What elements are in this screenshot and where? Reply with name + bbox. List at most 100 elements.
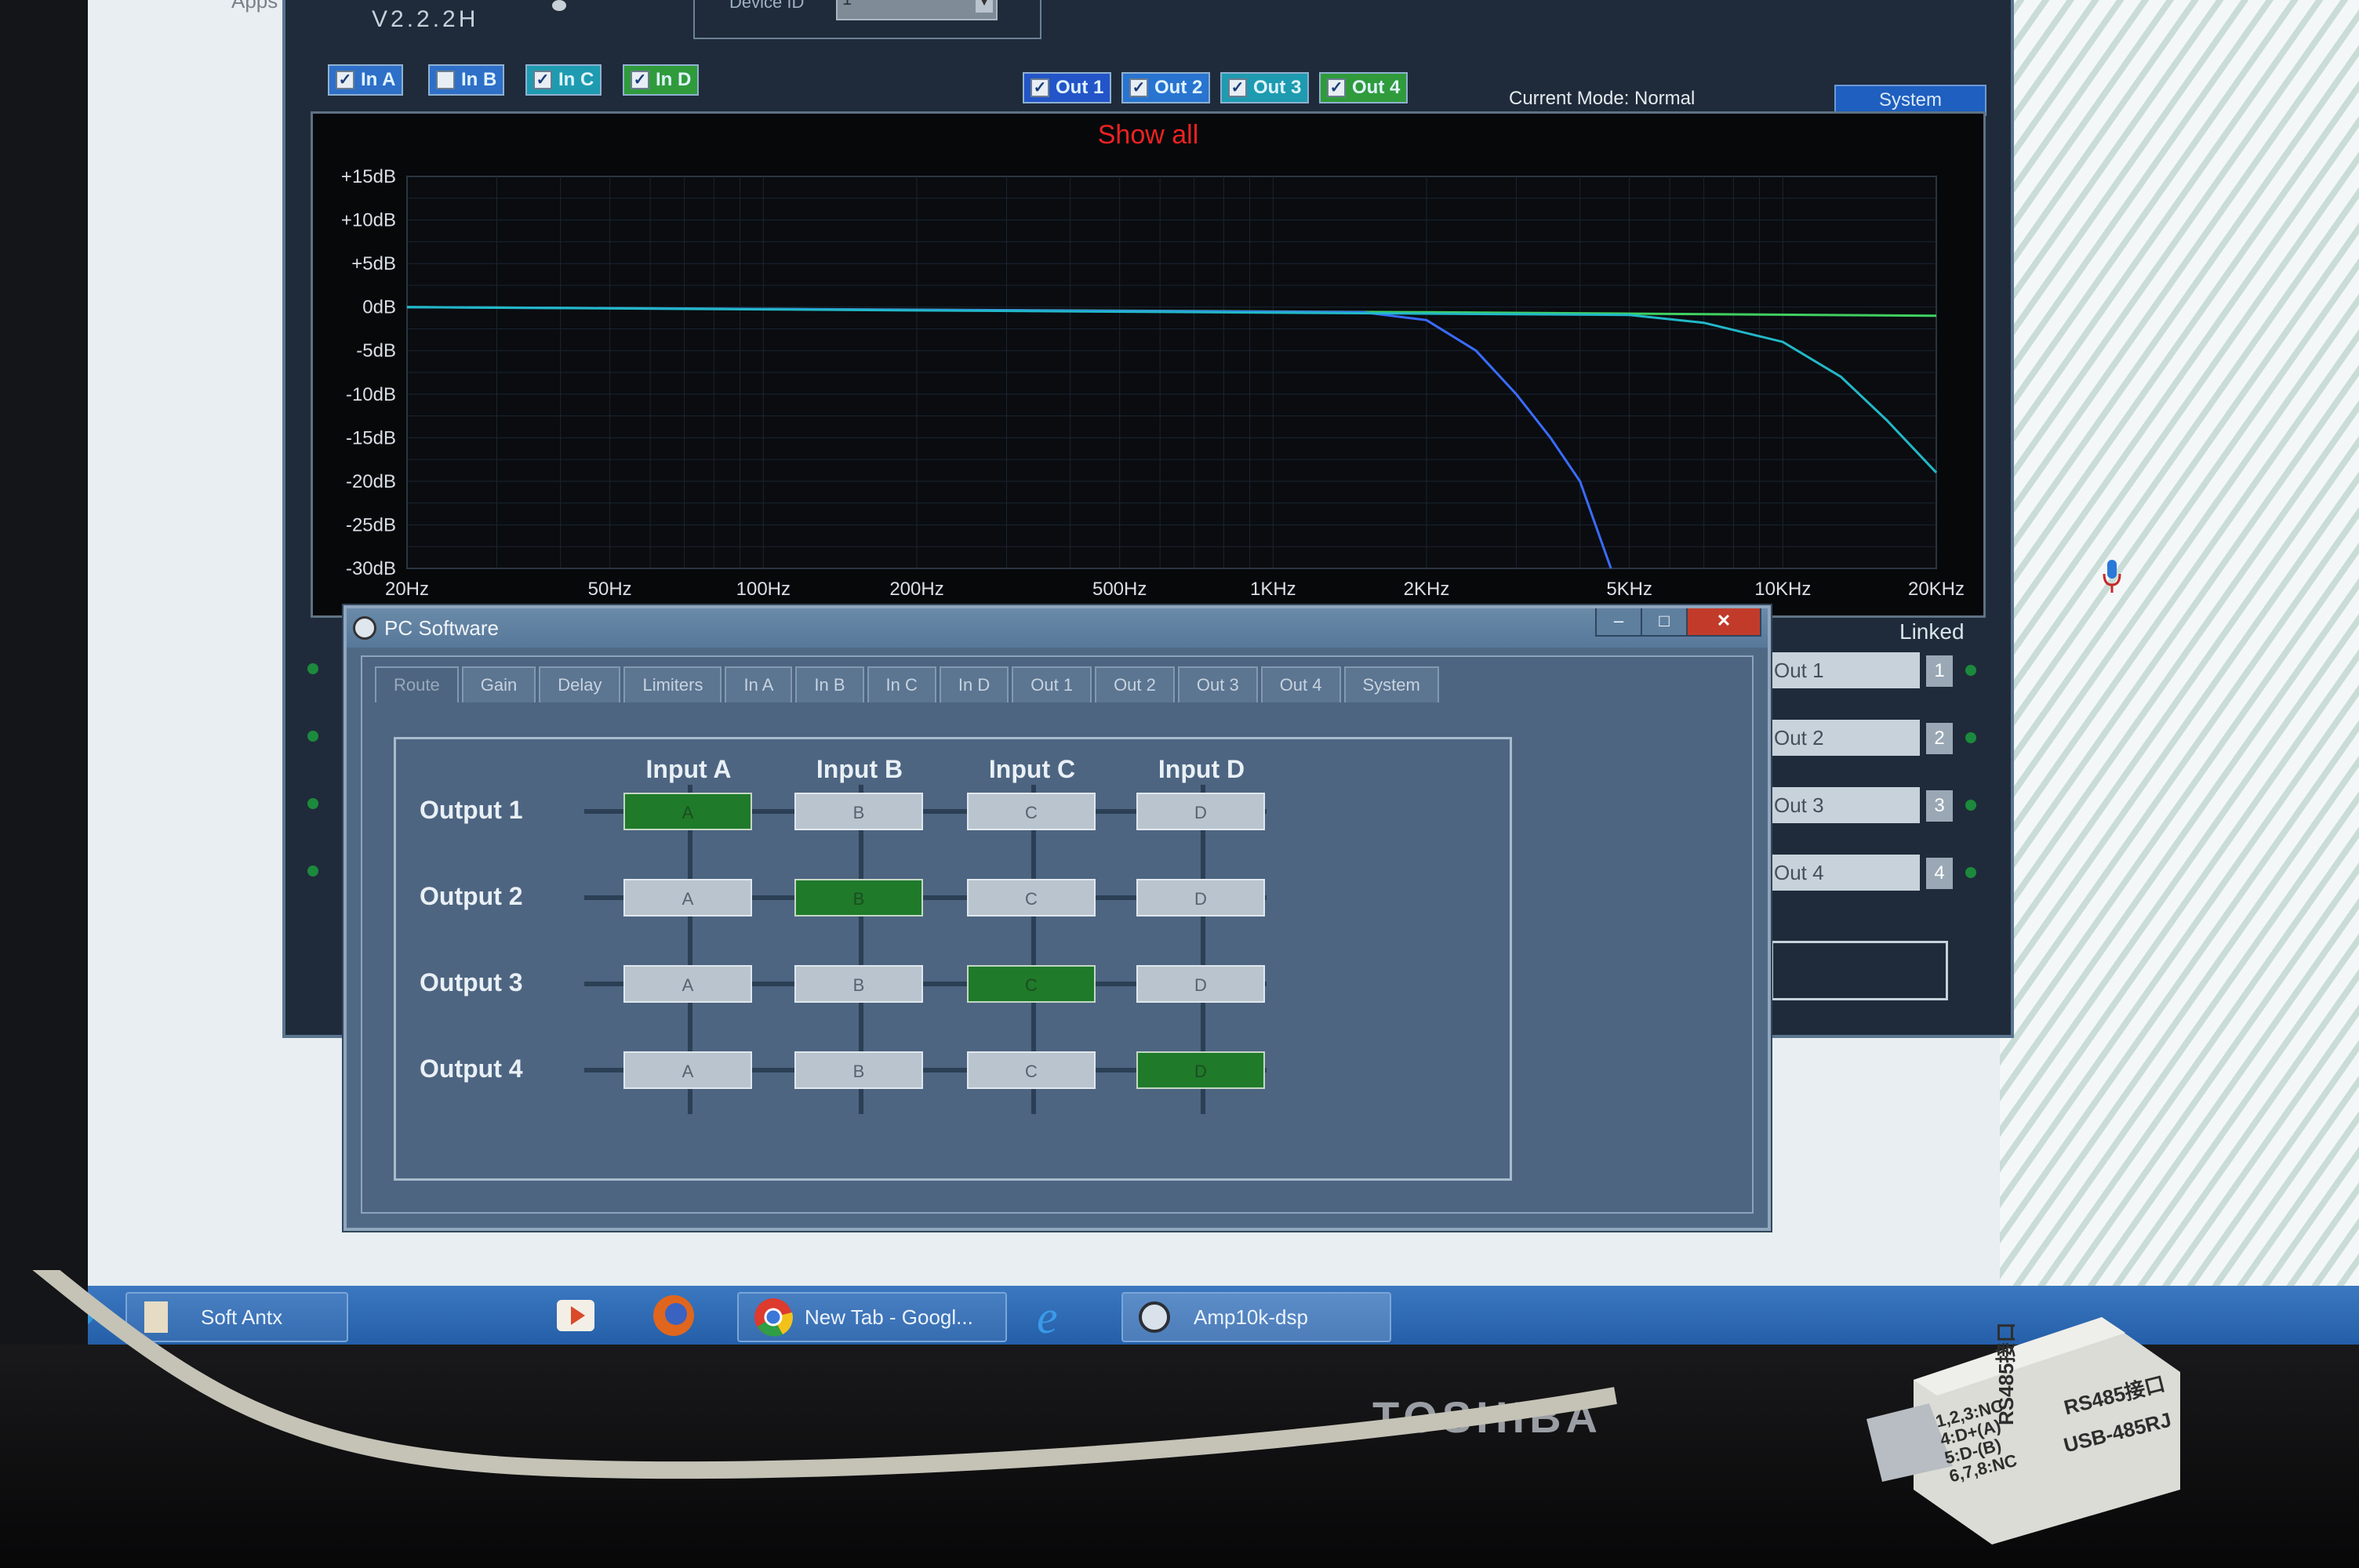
tab-system[interactable]: System	[1343, 666, 1439, 702]
checkbox-out-1[interactable]: ✓ Out 1	[1023, 72, 1112, 103]
route-cell-output3-input-b[interactable]: B	[794, 965, 923, 1003]
taskbar-item-internet-explorer[interactable]: e	[1020, 1292, 1098, 1339]
route-cell-output4-input-a[interactable]: A	[623, 1051, 752, 1089]
route-cell-output2-input-c[interactable]: C	[967, 879, 1096, 916]
taskbar-item-chrome[interactable]: New Tab - Googl...	[737, 1292, 1007, 1342]
svg-text:e: e	[1037, 1292, 1058, 1339]
linked-number-button[interactable]: 4	[1926, 858, 1953, 889]
tab-bar: Route Gain Delay Limiters In A In B In C In D Ou…	[375, 666, 1439, 702]
status-led	[1965, 732, 1976, 743]
close-button[interactable]: ✕	[1686, 608, 1761, 637]
x-tick-label: 200Hz	[889, 579, 943, 600]
tab-in-c[interactable]: In C	[867, 666, 936, 702]
tab-in-a[interactable]: In A	[725, 666, 793, 702]
route-cell-output4-input-d[interactable]: D	[1136, 1051, 1265, 1089]
checkbox-mark[interactable]	[436, 71, 455, 89]
tab-out-1[interactable]: Out 1	[1012, 666, 1092, 702]
linked-empty-field[interactable]	[1771, 941, 1948, 1000]
chevron-down-icon[interactable]: ▼	[976, 0, 993, 13]
checkbox-out-4[interactable]: ✓ Out 4	[1319, 72, 1408, 103]
row-header: Output 1	[420, 796, 523, 824]
checkbox-out-3[interactable]: ✓ Out 3	[1220, 72, 1310, 103]
show-all-link[interactable]: Show all	[313, 120, 1983, 151]
checkbox-in-a[interactable]: ✓ In A	[328, 64, 404, 96]
maximize-button[interactable]: □	[1641, 608, 1688, 637]
x-tick-label: 1KHz	[1250, 579, 1296, 600]
checkbox-in-b[interactable]: In B	[428, 64, 505, 96]
tab-limiters[interactable]: Limiters	[623, 666, 722, 702]
checkbox-label: Out 4	[1352, 77, 1401, 98]
route-cell-output1-input-a[interactable]: A	[623, 793, 752, 830]
linked-number-button[interactable]: 3	[1926, 790, 1953, 822]
route-cell-output3-input-a[interactable]: A	[623, 965, 752, 1003]
tab-in-b[interactable]: In B	[795, 666, 864, 702]
checkbox-mark[interactable]: ✓	[336, 71, 354, 89]
linked-output-field[interactable]: Out 1	[1771, 652, 1920, 688]
tab-out-3[interactable]: Out 3	[1177, 666, 1258, 702]
route-cell-output1-input-c[interactable]: C	[967, 793, 1096, 830]
checkbox-mark[interactable]: ✓	[533, 71, 552, 89]
y-tick-label: +10dB	[341, 210, 396, 231]
taskbar-item-soft-antx[interactable]: Soft Antx	[125, 1292, 348, 1342]
taskbar-item-label: Amp10k-dsp	[1194, 1305, 1308, 1329]
checkbox-in-c[interactable]: ✓ In C	[525, 64, 602, 96]
taskbar-item-label: New Tab - Googl...	[805, 1305, 973, 1329]
status-led	[307, 731, 318, 742]
y-tick-label: -10dB	[346, 384, 396, 405]
linked-number-button[interactable]: 2	[1926, 723, 1953, 754]
x-tick-label: 5KHz	[1606, 579, 1652, 600]
apps-shortcut[interactable]: Apps	[231, 0, 278, 13]
route-cell-output4-input-b[interactable]: B	[794, 1051, 923, 1089]
x-tick-label: 20KHz	[1908, 579, 1965, 600]
checkbox-mark[interactable]: ✓	[1228, 78, 1247, 97]
taskbar-item-amp10k-dsp[interactable]: Amp10k-dsp	[1121, 1292, 1391, 1342]
route-cell-output2-input-d[interactable]: D	[1136, 879, 1265, 916]
dialog-titlebar[interactable]: PC Software – □ ✕	[347, 608, 1768, 648]
y-tick-label: -30dB	[346, 558, 396, 579]
status-led	[307, 866, 318, 877]
status-led	[1965, 867, 1976, 878]
route-cell-output3-input-c[interactable]: C	[967, 965, 1096, 1003]
route-cell-output3-input-d[interactable]: D	[1136, 965, 1265, 1003]
linked-label: Linked	[1899, 619, 1965, 644]
checkbox-mark[interactable]: ✓	[1030, 78, 1049, 97]
checkbox-label: In A	[361, 69, 396, 90]
checkbox-mark[interactable]: ✓	[631, 71, 649, 89]
taskbar: Soft Antx New Tab - Googl... e Amp10k-ds…	[63, 1286, 2359, 1345]
x-tick-label: 20Hz	[385, 579, 429, 600]
current-mode-label: Current Mode:	[1509, 88, 1630, 109]
linked-number-button[interactable]: 1	[1926, 655, 1953, 687]
taskbar-item-firefox[interactable]	[635, 1292, 714, 1339]
frequency-response-graph: +15dB +10dB +5dB 0dB -5dB -10dB -15dB -20dB -25d…	[311, 111, 1986, 618]
route-cell-output1-input-b[interactable]: B	[794, 793, 923, 830]
route-cell-output2-input-b[interactable]: B	[794, 879, 923, 916]
status-led	[1965, 800, 1976, 811]
x-tick-label: 100Hz	[736, 579, 791, 600]
tab-route[interactable]: Route	[375, 666, 459, 702]
dialog-title: PC Software	[384, 616, 499, 640]
checkbox-mark[interactable]: ✓	[1327, 78, 1346, 97]
x-tick-label: 500Hz	[1092, 579, 1147, 600]
taskbar-item-media-player[interactable]	[541, 1292, 612, 1339]
tab-out-4[interactable]: Out 4	[1260, 666, 1341, 702]
route-cell-output4-input-c[interactable]: C	[967, 1051, 1096, 1089]
linked-output-field[interactable]: Out 4	[1771, 855, 1920, 891]
route-cell-output1-input-d[interactable]: D	[1136, 793, 1265, 830]
checkbox-out-2[interactable]: ✓ Out 2	[1121, 72, 1211, 103]
tab-delay[interactable]: Delay	[539, 666, 621, 702]
checkbox-mark[interactable]: ✓	[1129, 78, 1148, 97]
tab-out-2[interactable]: Out 2	[1095, 666, 1175, 702]
device-id-select[interactable]: 1 ▼	[836, 0, 998, 20]
route-cell-output2-input-a[interactable]: A	[623, 879, 752, 916]
tab-in-d[interactable]: In D	[939, 666, 1009, 702]
minimize-button[interactable]: –	[1595, 608, 1642, 637]
desktop-background	[2000, 0, 2359, 1286]
linked-output-field[interactable]: Out 3	[1771, 787, 1920, 823]
monitor-bezel-left	[0, 0, 88, 1568]
tab-gain[interactable]: Gain	[461, 666, 536, 702]
y-tick-label: +15dB	[341, 166, 396, 187]
linked-output-field[interactable]: Out 2	[1771, 720, 1920, 756]
microphone-icon[interactable]	[2102, 558, 2122, 594]
y-tick-label: -5dB	[356, 340, 396, 361]
checkbox-in-d[interactable]: ✓ In D	[623, 64, 700, 96]
